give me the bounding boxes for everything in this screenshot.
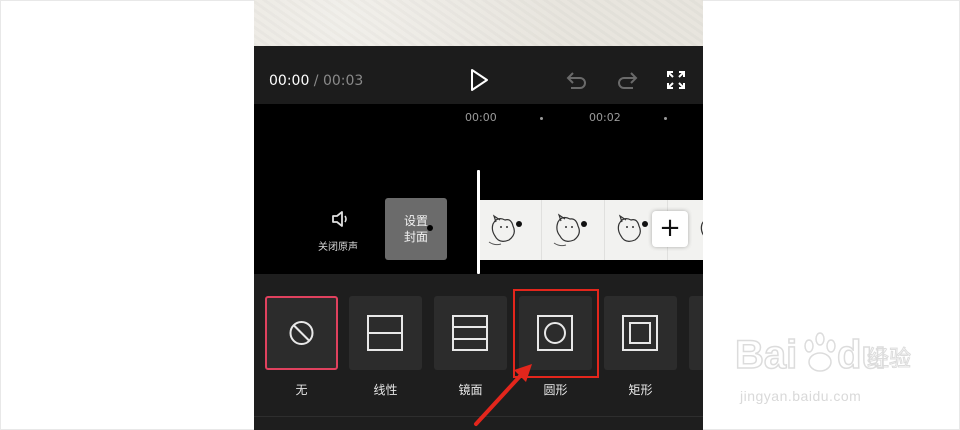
mask-label-none: 无 [295, 383, 308, 397]
redo-icon[interactable] [616, 70, 638, 90]
dog-sketch-image [553, 213, 587, 247]
undo-icon[interactable] [566, 70, 588, 90]
none-icon [289, 321, 314, 345]
ruler-dot [540, 117, 543, 120]
video-preview [254, 0, 703, 46]
mask-option-rectangle[interactable] [604, 296, 677, 370]
mask-option-none[interactable] [265, 296, 338, 370]
ruler-mark: 00:00 [465, 111, 497, 124]
time-separator: / [309, 73, 323, 89]
mask-label-linear: 线性 [373, 383, 398, 397]
speaker-icon [332, 211, 347, 227]
ruler-dot [664, 117, 667, 120]
clip-thumbnail [542, 200, 605, 260]
set-cover-button[interactable]: 设置 封面 [385, 198, 447, 260]
current-time: 00:00 [269, 73, 310, 89]
total-time: 00:03 [322, 73, 364, 89]
mask-label-rectangle: 矩形 [628, 383, 653, 397]
mute-original-button[interactable]: 关闭原声 [317, 210, 363, 253]
watermark-url: jingyan.baidu.com [740, 388, 862, 404]
mask-option-linear[interactable] [349, 296, 422, 370]
ruler-mark: 00:02 [589, 111, 621, 124]
svg-text:Bai: Bai [735, 333, 797, 377]
dog-sketch-image [488, 214, 522, 246]
cover-label-line2: 封面 [403, 230, 428, 244]
play-icon[interactable] [468, 68, 490, 92]
plus-icon: + [659, 213, 681, 243]
playback-controls-bar: 00:00 / 00:03 [254, 46, 703, 104]
timeline[interactable]: 00:00 00:02 关闭原声 设置 封面 + [254, 104, 703, 274]
red-arrow-annotation [474, 364, 532, 426]
clip-thumbnail [479, 200, 542, 260]
time-display: 00:00 / 00:03 [269, 73, 363, 89]
cover-label-line1: 设置 [403, 214, 428, 228]
rectangle-mask-icon [622, 315, 658, 351]
svg-text:经验: 经验 [867, 347, 911, 372]
playhead[interactable] [477, 170, 480, 274]
fullscreen-icon[interactable] [666, 70, 686, 90]
baidu-jingyan-watermark: Bai du 经验 [735, 332, 912, 378]
cover-dot [427, 225, 433, 231]
mute-original-label: 关闭原声 [318, 242, 358, 253]
linear-mask-icon [367, 315, 403, 351]
paw-icon [804, 332, 836, 372]
add-clip-button[interactable]: + [652, 211, 688, 247]
mask-option-more[interactable] [689, 296, 703, 370]
